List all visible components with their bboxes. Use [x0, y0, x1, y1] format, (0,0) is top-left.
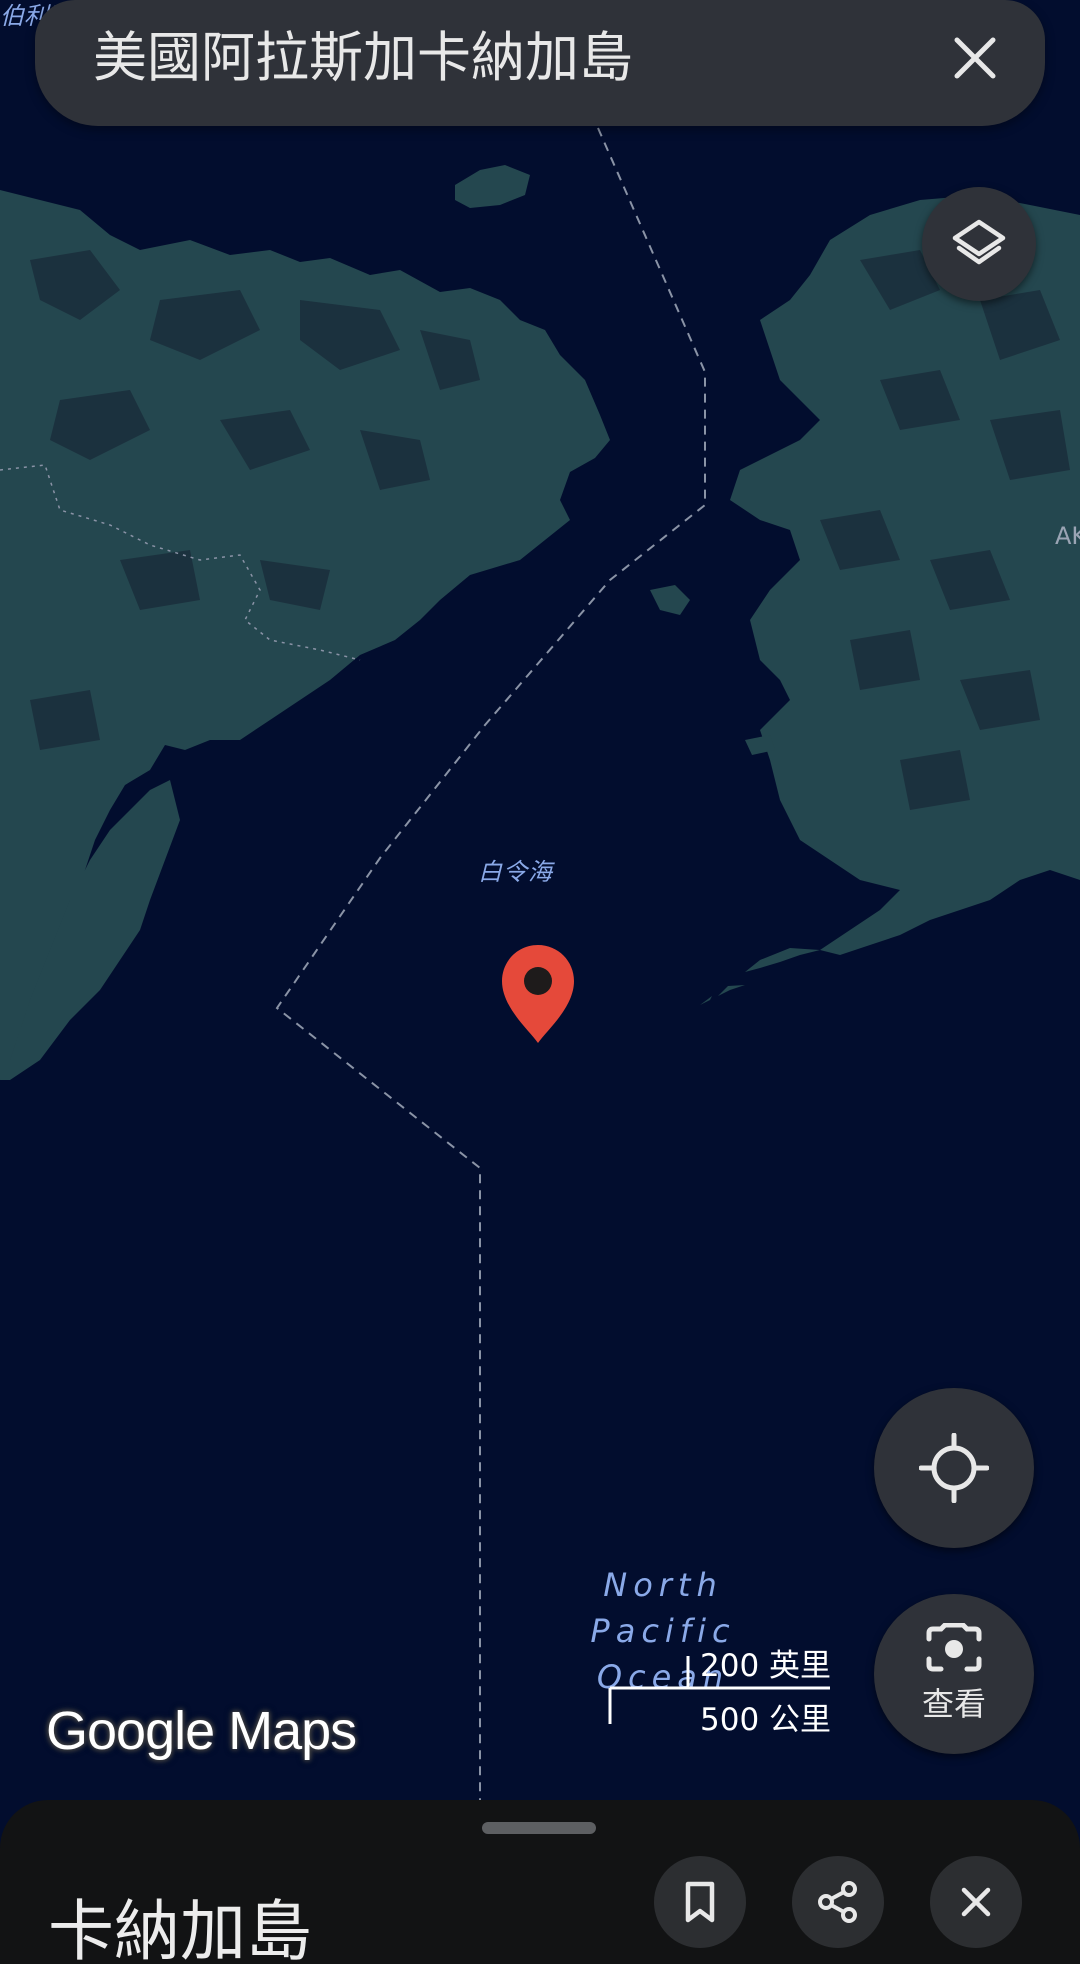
save-button[interactable] [654, 1856, 746, 1948]
share-icon [818, 1881, 857, 1923]
my-location-button[interactable] [874, 1388, 1034, 1548]
scale-km-label: 500 公里 [700, 1702, 832, 1738]
layers-icon [952, 219, 1006, 265]
close-icon[interactable] [945, 28, 1005, 88]
lens-view-button[interactable]: 查看 [874, 1594, 1034, 1754]
close-icon [961, 1887, 991, 1917]
place-title: 卡納加島 [48, 1893, 312, 1964]
map-label-alaska-partial: AK [1055, 522, 1080, 550]
place-bottom-sheet[interactable]: 卡納加島 [0, 1800, 1080, 1964]
lens-view-label: 查看 [921, 1685, 986, 1723]
close-sheet-button[interactable] [930, 1856, 1022, 1948]
search-bar[interactable]: 美國阿拉斯加卡納加島 [35, 0, 1045, 126]
google-maps-logo: Google Maps [46, 1701, 357, 1761]
map-label-bering-sea: 白令海 [478, 858, 553, 886]
maps-app: 伯利亞 白令海 North Pacific Ocean AK 美國阿拉斯加卡納加… [0, 0, 1080, 1964]
layers-button[interactable] [922, 187, 1036, 301]
my-location-icon [919, 1433, 989, 1503]
share-button[interactable] [792, 1856, 884, 1948]
search-query-text[interactable]: 美國阿拉斯加卡納加島 [93, 22, 633, 94]
lens-camera-icon [926, 1623, 982, 1672]
map-scale: 200 英里 500 公里 [608, 1640, 832, 1740]
sheet-drag-handle[interactable] [482, 1822, 596, 1834]
scale-miles-label: 200 英里 [700, 1648, 832, 1684]
bookmark-icon [685, 1881, 715, 1923]
